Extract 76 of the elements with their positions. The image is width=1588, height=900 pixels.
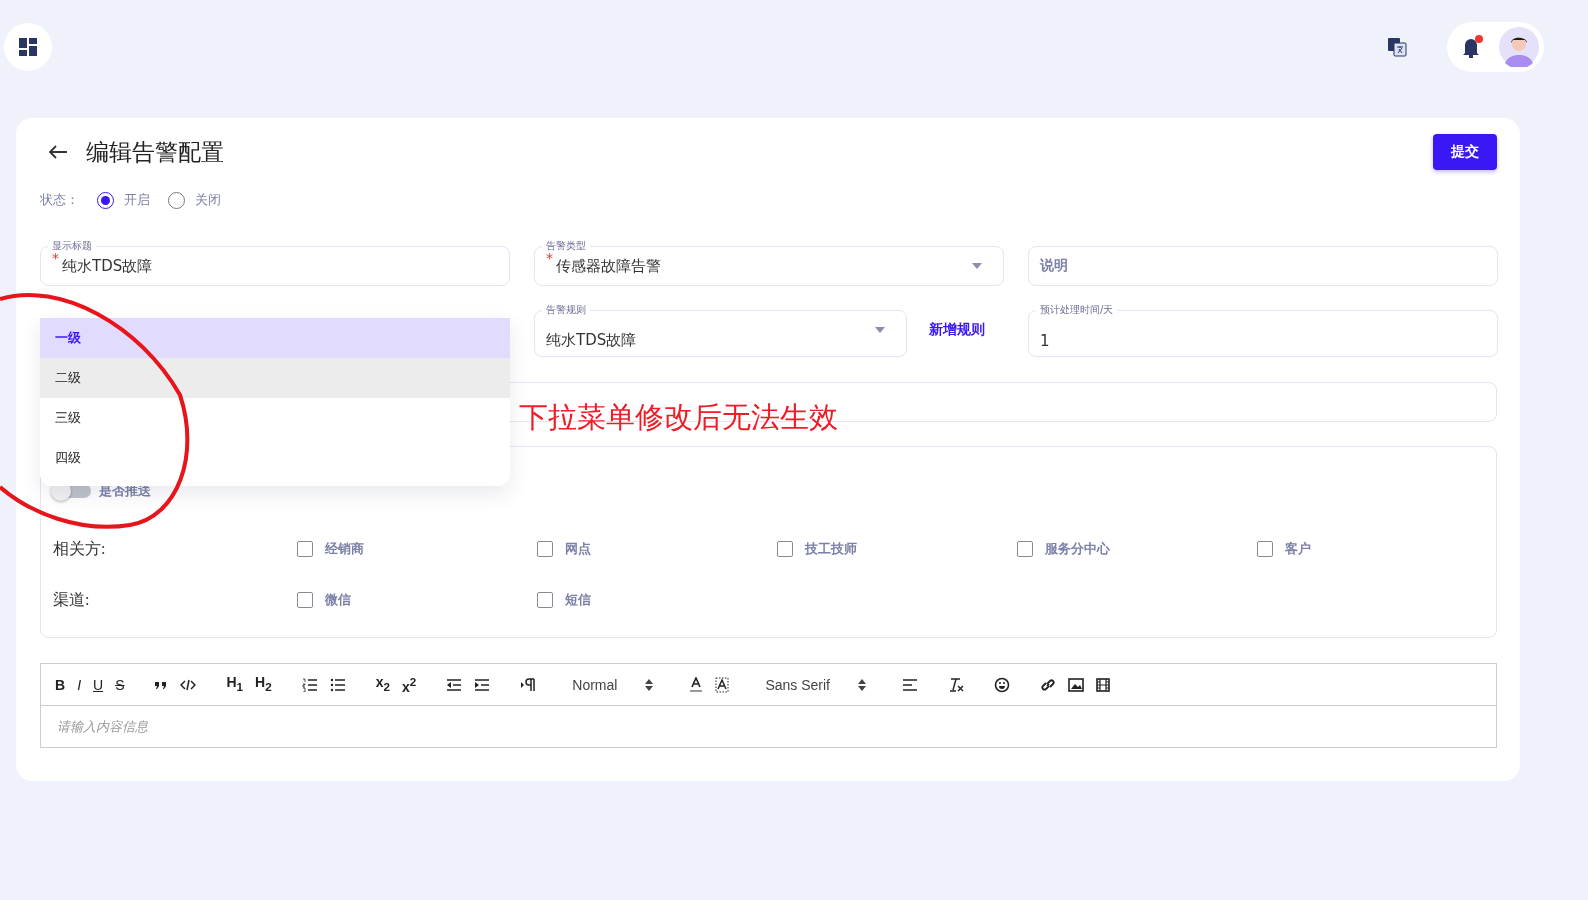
- align-icon[interactable]: [902, 677, 918, 692]
- link-icon[interactable]: [1040, 676, 1056, 693]
- avatar[interactable]: [1499, 27, 1539, 67]
- form-field[interactable]: 告警类型 * 传感器故障告警: [534, 239, 1004, 286]
- dropdown-option[interactable]: 四级: [40, 438, 510, 478]
- caret-icon: [972, 263, 982, 269]
- sort-arrows-icon: [645, 678, 654, 691]
- days-field[interactable]: 预计处理时间/天 1: [1028, 303, 1498, 357]
- required-mark: *: [546, 250, 553, 266]
- checkbox-label: 技工技师: [805, 540, 857, 558]
- checkbox-label: 经销商: [325, 540, 364, 558]
- checkbox[interactable]: [1257, 541, 1273, 557]
- field-label: 预计处理时间/天: [1036, 303, 1118, 317]
- checkbox[interactable]: [1017, 541, 1033, 557]
- checkbox[interactable]: [537, 592, 553, 608]
- field-value: 纯水TDS故障: [62, 256, 153, 276]
- checkbox-label: 网点: [565, 540, 591, 558]
- checkbox-label: 短信: [565, 591, 591, 609]
- sort-arrows-icon: [858, 678, 866, 691]
- superscript-button[interactable]: x$^{2}$: [402, 674, 417, 695]
- text-color-icon[interactable]: [689, 676, 704, 693]
- checkbox[interactable]: [297, 541, 313, 557]
- rule-select[interactable]: 告警规则 纯水TDS故障: [534, 303, 907, 357]
- clear-format-icon[interactable]: [948, 676, 964, 693]
- checkbox-label: 服务分中心: [1045, 540, 1110, 558]
- checkbox[interactable]: [297, 592, 313, 608]
- code-icon[interactable]: [180, 677, 197, 692]
- dropdown-option[interactable]: 一级: [40, 318, 510, 358]
- emoji-icon[interactable]: [994, 676, 1010, 693]
- strikethrough-button[interactable]: S: [115, 676, 125, 693]
- heading-one-button[interactable]: H$_{1}$: [226, 674, 244, 695]
- field-label: 显示标题: [48, 239, 96, 253]
- translate-icon[interactable]: [1387, 37, 1407, 57]
- checkbox-label: 微信: [325, 591, 351, 609]
- bold-button[interactable]: B: [55, 676, 66, 693]
- checkbox[interactable]: [777, 541, 793, 557]
- highlight-color-icon[interactable]: [715, 676, 730, 693]
- header-picker[interactable]: Normal: [566, 676, 660, 693]
- status-label: 状态：: [40, 191, 79, 209]
- field-placeholder: 说明: [1040, 257, 1068, 275]
- checkbox[interactable]: [537, 541, 553, 557]
- outdent-icon[interactable]: [446, 677, 463, 692]
- dropdown-option[interactable]: 三级: [40, 398, 510, 438]
- numbered-list-icon[interactable]: [301, 677, 318, 692]
- field-value: 1: [1040, 332, 1050, 350]
- back-arrow-icon[interactable]: [48, 144, 68, 160]
- submit-button[interactable]: 提交: [1433, 134, 1497, 170]
- field-value: 纯水TDS故障: [546, 331, 637, 350]
- field-value: 传感器故障告警: [556, 256, 661, 276]
- form-field[interactable]: 说明: [1028, 239, 1498, 286]
- image-icon[interactable]: [1068, 677, 1084, 692]
- indent-icon[interactable]: [474, 677, 491, 692]
- subscript-button[interactable]: x$_{2}$: [375, 674, 390, 695]
- annotation-text: 下拉菜单修改后无法生效: [519, 399, 838, 436]
- form-field[interactable]: 显示标题 * 纯水TDS故障: [40, 239, 510, 286]
- video-icon[interactable]: [1096, 677, 1110, 692]
- radio-label: 关闭: [195, 191, 221, 209]
- underline-button[interactable]: U: [93, 676, 104, 693]
- italic-button[interactable]: I: [77, 676, 81, 693]
- app-logo-icon[interactable]: [4, 23, 52, 71]
- checkbox-label: 客户: [1285, 540, 1311, 558]
- add-rule-link[interactable]: 新增规则: [929, 321, 985, 339]
- page-title: 编辑告警配置: [86, 137, 224, 167]
- radio-label: 开启: [124, 191, 150, 209]
- field-label: 告警规则: [542, 303, 590, 317]
- field-label: 告警类型: [542, 239, 590, 253]
- font-picker[interactable]: Sans Serif: [759, 676, 872, 693]
- heading-two-button[interactable]: H$_{2}$: [255, 674, 272, 695]
- editor-placeholder: 请输入内容信息: [57, 717, 148, 736]
- caret-icon: [875, 327, 885, 333]
- paragraph-direction-icon[interactable]: [520, 677, 537, 692]
- parties-label: 相关方:: [53, 538, 107, 559]
- required-mark: *: [52, 250, 59, 266]
- dropdown-option[interactable]: 二级: [40, 358, 510, 398]
- channels-label: 渠道:: [53, 589, 91, 610]
- bulleted-list-icon[interactable]: [329, 677, 346, 692]
